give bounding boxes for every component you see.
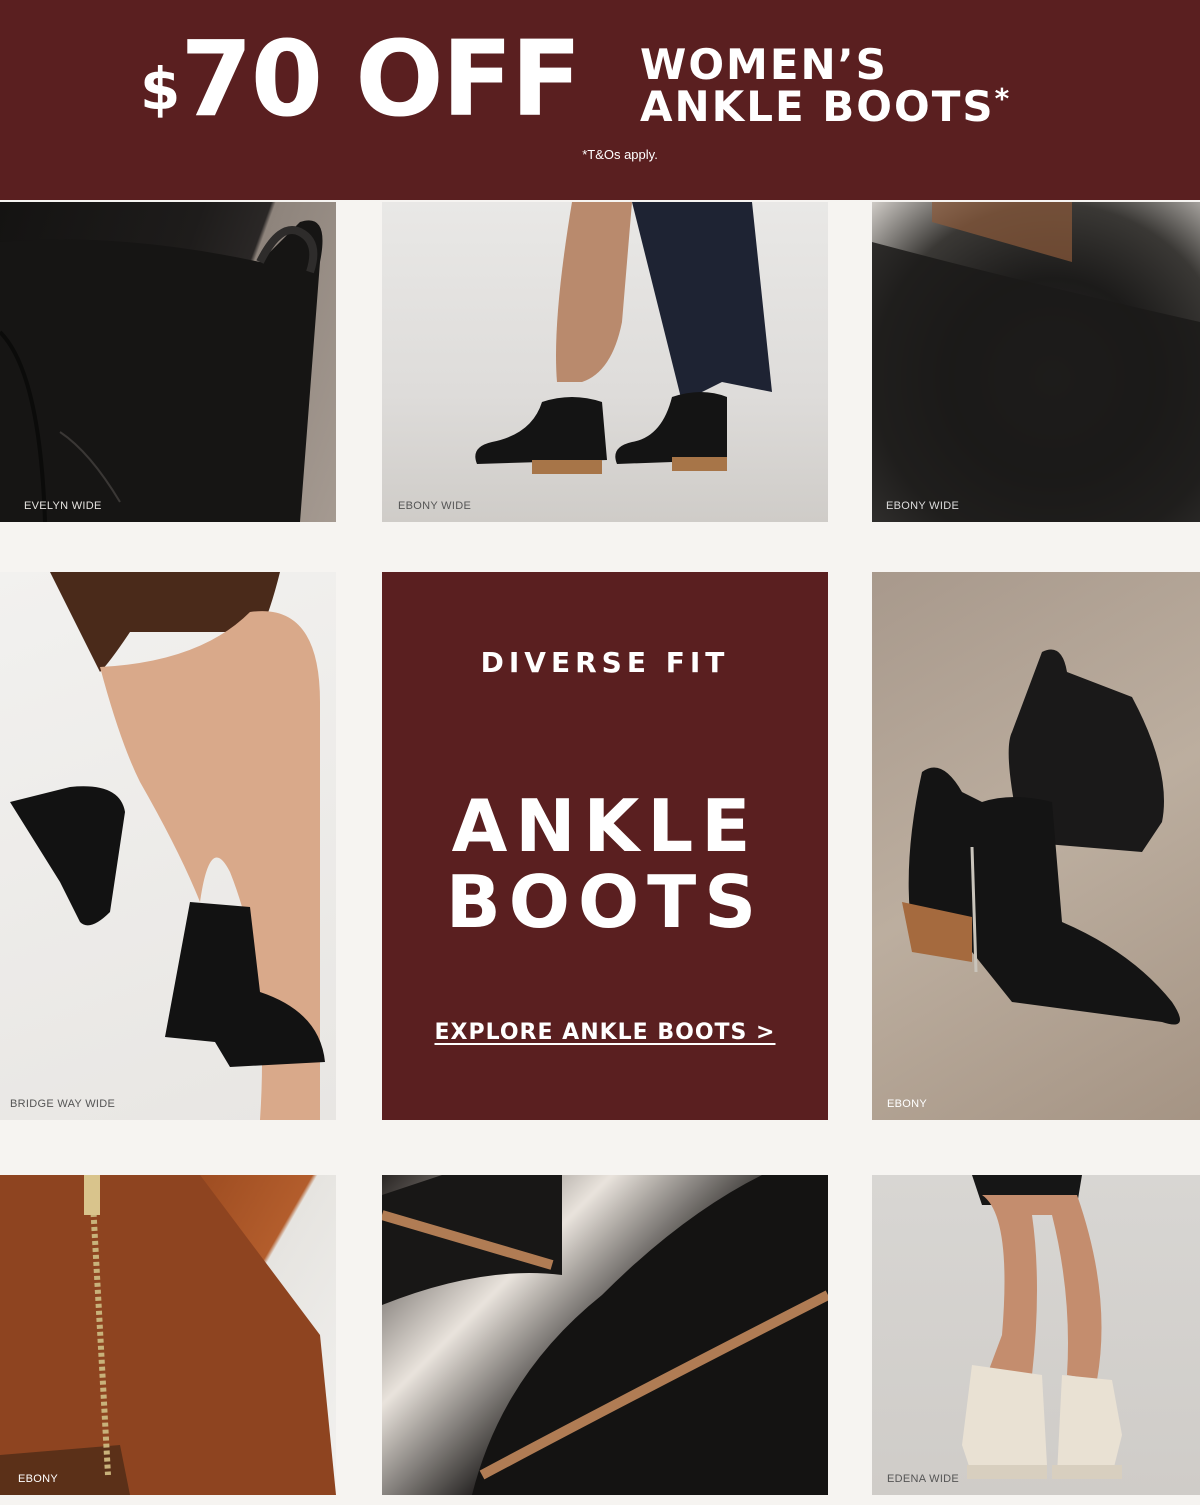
boot-leather-closeup-image (872, 202, 1200, 522)
model-wearing-cream-boots-image (962, 1175, 1122, 1479)
product-tile-edena-wide[interactable]: EDENA WIDE (872, 1175, 1200, 1495)
product-tile-ebony-wide-worn[interactable]: EBONY WIDE (382, 202, 828, 522)
promo-card-ankle-boots: DIVERSE FIT ANKLE BOOTS EXPLORE ANKLE BO… (382, 572, 828, 1120)
promo-banner[interactable]: $70 OFF WOMEN’S ANKLE BOOTS* *T&Os apply… (0, 0, 1200, 200)
boot-closeup-image (0, 220, 323, 522)
product-tile-ebony-wide-detail[interactable]: EBONY WIDE (872, 202, 1200, 522)
dollar-sign: $ (140, 55, 180, 123)
product-caption: EBONY (887, 1098, 928, 1110)
model-legs-boots-image (10, 572, 325, 1120)
product-tile-lug-sole-detail[interactable] (382, 1175, 828, 1495)
banner-line-1: WOMEN’S (640, 40, 888, 89)
banner-line-2-text: ANKLE BOOTS (640, 82, 995, 131)
product-caption: EDENA WIDE (887, 1473, 960, 1485)
product-caption: BRIDGE WAY WIDE (10, 1098, 116, 1110)
promo-title-line-2: BOOTS (445, 860, 765, 944)
discount-text: 70 OFF (180, 18, 581, 140)
discount-amount: $70 OFF (140, 24, 582, 134)
asterisk: * (994, 82, 1012, 115)
product-caption: EVELYN WIDE (24, 500, 102, 512)
tan-boot-zipper-image (0, 1175, 336, 1495)
banner-line-2: ANKLE BOOTS* (640, 82, 1011, 128)
explore-ankle-boots-link[interactable]: EXPLORE ANKLE BOOTS > (382, 1020, 828, 1045)
product-tile-bridge-way-wide[interactable]: BRIDGE WAY WIDE (0, 572, 336, 1120)
product-tile-ebony-tan[interactable]: EBONY (0, 1175, 336, 1495)
promo-title: ANKLE BOOTS (382, 788, 828, 940)
promo-title-line-1: ANKLE (451, 784, 759, 868)
product-caption: EBONY (18, 1473, 59, 1485)
product-caption: EBONY WIDE (886, 500, 960, 512)
product-tile-evelyn-wide[interactable]: EVELYN WIDE (0, 202, 336, 522)
promo-kicker: DIVERSE FIT (480, 646, 730, 679)
lug-sole-closeup-image (382, 1175, 828, 1495)
boot-pair-image (902, 649, 1180, 1025)
product-caption: EBONY WIDE (398, 500, 472, 512)
model-wearing-boots-image (475, 202, 772, 474)
banner-headline: WOMEN’S ANKLE BOOTS* (640, 44, 1011, 128)
terms-note: *T&Os apply. (582, 147, 658, 162)
product-tile-ebony-pair[interactable]: EBONY (872, 572, 1200, 1120)
